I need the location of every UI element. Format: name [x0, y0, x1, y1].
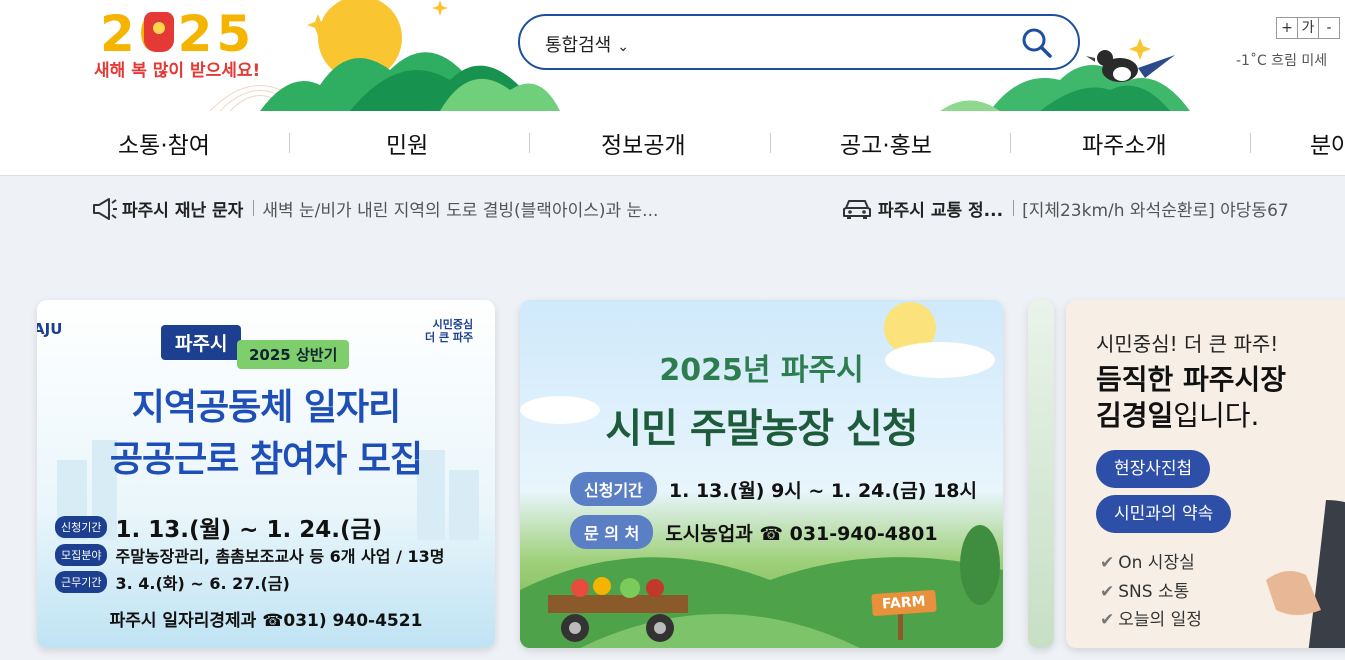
check-icon: ✔ — [1100, 553, 1115, 573]
card-title-line1: 2025년 파주시 — [659, 353, 864, 388]
contact-label: 문 의 처 — [570, 515, 654, 549]
banner-greeting: 새해 복 많이 받으세요! — [94, 61, 261, 81]
weather-info: -1˚C 흐림 미세 — [1236, 53, 1328, 69]
link-schedule[interactable]: ✔ 오늘의 일정 — [1100, 605, 1202, 630]
font-decrease-button[interactable]: - — [1318, 17, 1340, 39]
font-default-button[interactable]: 가 — [1297, 17, 1319, 39]
nav-item-communication[interactable]: 소통·참여 — [118, 126, 210, 160]
nav-item-civil-petition[interactable]: 민원 — [386, 126, 428, 160]
mayor-slogan: 시민중심! 더 큰 파주! — [1096, 332, 1279, 356]
search-box: 통합검색 ⌄ — [518, 14, 1080, 70]
alert-divider — [253, 200, 255, 216]
farm-sign: FARM — [871, 589, 937, 617]
citizen-promise-button[interactable]: 시민과의 약속 — [1096, 495, 1232, 533]
chevron-down-icon: ⌄ — [617, 39, 629, 55]
link-label: SNS 소통 — [1118, 582, 1190, 602]
city-tag: 파주시 — [161, 325, 242, 360]
check-icon: ✔ — [1100, 582, 1115, 602]
work-label: 근무기간 — [55, 571, 108, 593]
search-scope-dropdown[interactable]: 통합검색 ⌄ — [545, 31, 629, 57]
work-row: 근무기간 3. 4.(화) ~ 6. 27.(금) — [55, 570, 290, 594]
nav-divider — [770, 133, 771, 153]
nav-item-notice-pr[interactable]: 공고·홍보 — [840, 126, 932, 160]
nav-divider — [529, 133, 530, 153]
nav-item-about-paju[interactable]: 파주소개 — [1082, 126, 1167, 160]
card-title-line2: 시민 주말농장 신청 — [605, 406, 918, 452]
traffic-alert[interactable]: 파주시 교통 정... [지체23km/h 와석순환로] 야당동67 — [840, 193, 1289, 223]
nav-item-info-disclosure[interactable]: 정보공개 — [601, 126, 686, 160]
period-label: 신청기간 — [55, 516, 108, 538]
field-label: 모집분야 — [55, 544, 108, 566]
alert-title: 파주시 교통 정... — [878, 200, 1004, 221]
new-year-logo[interactable]: 2025 새해 복 많이 받으세요! — [94, 5, 275, 81]
card-title-line2: 공공근로 참여자 모집 — [109, 439, 423, 480]
card-title-line1: 지역공동체 일자리 — [131, 387, 402, 428]
banner-year: 2025 — [100, 5, 256, 63]
disaster-alert[interactable]: 파주시 재난 문자 새벽 눈/비가 내린 지역의 도로 결빙(블랙아이스)과 눈… — [90, 193, 658, 223]
nav-divider — [1250, 133, 1251, 153]
main-nav: 소통·참여 민원 정보공개 공고·홍보 파주소개 분야 — [0, 111, 1345, 176]
site-header: 2025 새해 복 많이 받으세요! 통합검색 ⌄ + 가 - -1˚C 흐림 미… — [0, 0, 1345, 111]
period-label: 신청기간 — [570, 472, 657, 506]
slogan-line1: 시민중심 — [432, 318, 474, 331]
banner-card-partial[interactable] — [1028, 300, 1054, 648]
mayor-photo — [1266, 500, 1345, 648]
link-mayor-office[interactable]: ✔ On 시장실 — [1100, 548, 1195, 573]
link-label: On 시장실 — [1118, 553, 1195, 573]
nav-divider — [1010, 133, 1011, 153]
font-increase-button[interactable]: + — [1276, 17, 1298, 39]
banner-card-jobs[interactable]: AJU 시민중심 더 큰 파주 파주시 2025 상반기 지역공동체 일자리 공… — [37, 300, 495, 648]
paju-logo: AJU — [37, 320, 63, 338]
car-icon — [843, 200, 871, 219]
period-value: 1. 13.(월) ~ 1. 24.(금) — [115, 517, 383, 543]
font-size-controls: + 가 - — [1276, 17, 1340, 39]
contact-value: 도시농업과 ☎ 031-940-4801 — [665, 522, 938, 545]
period-row: 신청기간 1. 13.(월) 9시 ~ 1. 24.(금) 18시 — [570, 472, 977, 506]
city-slogan: 시민중심 더 큰 파주 — [425, 318, 473, 344]
card-contact: 파주시 일자리경제과 ☎031) 940-4521 — [109, 611, 423, 631]
check-icon: ✔ — [1100, 610, 1115, 630]
mayor-name-line: 김경일입니다. — [1096, 394, 1259, 434]
period-row: 신청기간 1. 13.(월) ~ 1. 24.(금) — [55, 510, 382, 544]
lucky-pouch-icon — [144, 12, 174, 52]
photo-album-button[interactable]: 현장사진첩 — [1096, 450, 1211, 488]
mayor-title: 듬직한 파주시장 — [1096, 363, 1287, 396]
search-input[interactable] — [670, 28, 1010, 58]
alert-title: 파주시 재난 문자 — [122, 200, 244, 221]
nav-item-fields[interactable]: 분야 — [1310, 126, 1345, 160]
alert-divider — [1013, 200, 1015, 216]
megaphone-icon — [93, 198, 117, 220]
slogan-line2: 더 큰 파주 — [425, 331, 474, 344]
alert-text: [지체23km/h 와석순환로] 야당동67 — [1022, 200, 1289, 221]
alert-text: 새벽 눈/비가 내린 지역의 도로 결빙(블랙아이스)과 눈... — [262, 200, 659, 221]
contact-row: 문 의 처 도시농업과 ☎ 031-940-4801 — [570, 515, 938, 549]
mayor-name: 김경일 — [1096, 399, 1174, 432]
search-icon[interactable] — [1020, 26, 1054, 60]
field-row: 모집분야 주말농장관리, 촘촘보조교사 등 6개 사업 / 13명 — [55, 543, 444, 567]
mayor-name-suffix: 입니다. — [1173, 399, 1260, 432]
link-sns[interactable]: ✔ SNS 소통 — [1100, 577, 1189, 602]
link-label: 오늘의 일정 — [1118, 610, 1202, 630]
search-scope-label: 통합검색 — [545, 35, 612, 56]
mayor-card: 시민중심! 더 큰 파주! 듬직한 파주시장 김경일입니다. 현장사진첩 시민과… — [1066, 300, 1345, 648]
half-year-tag: 2025 상반기 — [237, 340, 350, 369]
period-value: 1. 13.(월) 9시 ~ 1. 24.(금) 18시 — [668, 479, 978, 502]
field-value: 주말농장관리, 촘촘보조교사 등 6개 사업 / 13명 — [115, 547, 445, 566]
banner-card-farm[interactable]: 2025년 파주시 시민 주말농장 신청 신청기간 1. 13.(월) 9시 ~… — [520, 300, 1003, 648]
work-value: 3. 4.(화) ~ 6. 27.(금) — [115, 574, 290, 593]
nav-divider — [289, 133, 290, 153]
